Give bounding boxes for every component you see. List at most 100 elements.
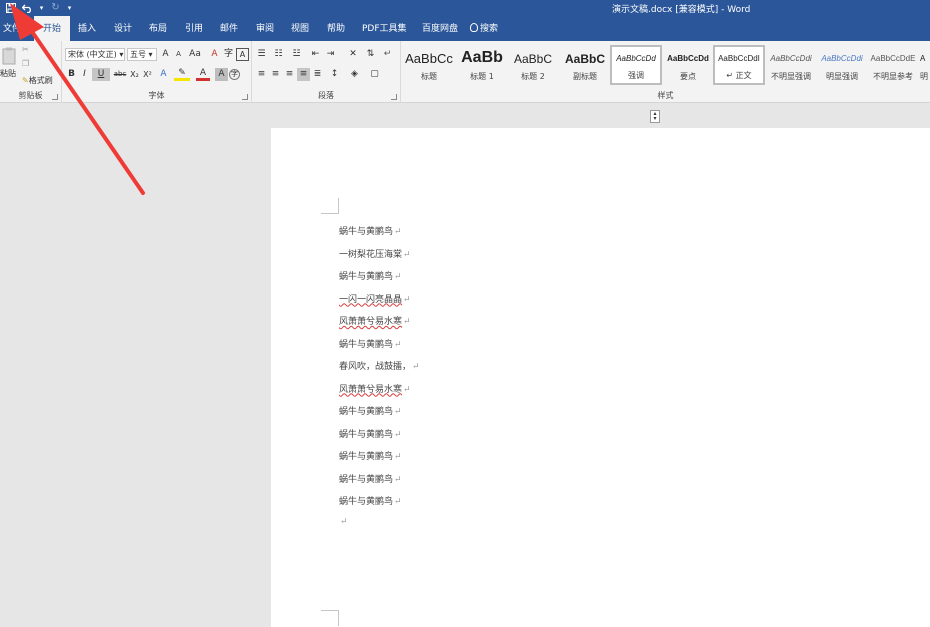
tab-baidu-netdisk[interactable]: 百度网盘 [422, 16, 458, 41]
paragraph[interactable]: 蜗牛与黄鹂鸟↵ [339, 472, 420, 495]
paragraph[interactable]: 蜗牛与黄鹂鸟↵ [339, 449, 420, 472]
tab-help[interactable]: 帮助 [327, 16, 345, 41]
split-handle-icon[interactable]: ▴ ▾ [650, 110, 660, 123]
paragraph[interactable]: 风萧萧兮易水寒↵ [339, 314, 420, 337]
copy-icon[interactable]: ❐ [22, 59, 29, 68]
cut-icon[interactable]: ✂ [22, 45, 29, 54]
undo-dropdown-icon[interactable]: ▾ [38, 1, 45, 14]
style-strong[interactable]: AaBbCcDd 要点 [662, 45, 714, 85]
styles-group-label: 样式 [657, 91, 674, 100]
paste-button[interactable]: 粘贴 [0, 68, 16, 79]
style-title[interactable]: AaBbCc 标题 [403, 45, 455, 85]
clear-format-icon[interactable]: A [208, 48, 221, 61]
char-border-icon[interactable]: A [236, 48, 249, 61]
tab-view[interactable]: 视图 [291, 16, 309, 41]
font-size-combo[interactable]: 五号 ▾ [127, 48, 157, 61]
clipboard-group: 粘贴 ✂ ❐ ✎格式刷 剪贴板 [0, 41, 62, 103]
document-body: 蜗牛与黄鹂鸟↵ 一树梨花压海棠↵ 蜗牛与黄鹂鸟↵ 一闪一闪亮晶晶↵ 风萧萧兮易水… [339, 224, 420, 539]
ribbon: 粘贴 ✂ ❐ ✎格式刷 剪贴板 宋体 (中文正) ▾ 五号 ▾ A A Aa A… [0, 41, 930, 103]
tab-search[interactable]: 搜索 [470, 16, 498, 41]
tab-pdf-tools[interactable]: PDF工具集 [362, 16, 407, 41]
paragraph[interactable]: 蜗牛与黄鹂鸟↵ [339, 269, 420, 292]
grow-font-button[interactable]: A [159, 48, 172, 61]
shrink-font-button[interactable]: A [172, 48, 185, 61]
tab-references[interactable]: 引用 [185, 16, 203, 41]
font-launcher-icon[interactable] [242, 94, 248, 100]
document-page[interactable]: 蜗牛与黄鹂鸟↵ 一树梨花压海棠↵ 蜗牛与黄鹂鸟↵ 一闪一闪亮晶晶↵ 风萧萧兮易水… [271, 128, 930, 627]
superscript-button[interactable]: X² [141, 68, 154, 81]
font-color-button[interactable]: A [196, 68, 210, 81]
paste-icon[interactable] [2, 47, 16, 65]
tab-layout[interactable]: 布局 [149, 16, 167, 41]
style-subtitle[interactable]: AaBbC 副标题 [559, 45, 611, 85]
paragraph[interactable]: 风萧萧兮易水寒↵ [339, 382, 420, 405]
paragraph[interactable]: 蜗牛与黄鹂鸟↵ [339, 224, 420, 247]
align-center-icon[interactable]: ≡ [269, 68, 282, 81]
text-effects-icon[interactable]: A [157, 68, 170, 81]
qat-customize-icon[interactable]: ▾ [66, 1, 73, 14]
bullets-icon[interactable]: ☰ [255, 48, 268, 61]
title-bar: ▾ ↻ ▾ 演示文稿.docx [兼容模式] - Word [0, 0, 930, 16]
paragraph[interactable]: 蜗牛与黄鹂鸟↵ [339, 427, 420, 450]
paragraph[interactable]: ↵ [339, 517, 420, 540]
align-left-icon[interactable]: ≡ [255, 68, 268, 81]
save-icon[interactable] [4, 1, 17, 14]
style-heading-2[interactable]: AaBbC 标题 2 [507, 45, 559, 85]
paragraph[interactable]: 一树梨花压海棠↵ [339, 247, 420, 270]
paragraph-launcher-icon[interactable] [391, 94, 397, 100]
highlight-color-icon[interactable]: ✎ [174, 68, 190, 81]
paragraph[interactable]: 蜗牛与黄鹂鸟↵ [339, 337, 420, 360]
strikethrough-button[interactable]: abc [112, 68, 128, 81]
redo-icon[interactable]: ↻ [49, 1, 62, 14]
decrease-indent-icon[interactable]: ⇤ [309, 48, 322, 61]
italic-button[interactable]: I [78, 68, 91, 81]
char-shading-button[interactable]: A [215, 68, 228, 81]
quick-access-toolbar: ▾ ↻ ▾ [4, 1, 73, 14]
paragraph[interactable]: 蜗牛与黄鹂鸟↵ [339, 404, 420, 427]
chinese-layout-icon[interactable]: ✕ [344, 48, 362, 61]
tab-review[interactable]: 审阅 [256, 16, 274, 41]
paragraph[interactable]: 春风吹，战鼓擂，↵ [339, 359, 420, 382]
font-name-combo[interactable]: 宋体 (中文正) ▾ [65, 48, 125, 61]
style-subtle-reference[interactable]: AaBbCcDdE 不明显参考 [867, 45, 919, 85]
style-intense-emphasis[interactable]: AaBbCcDdi 明显强调 [816, 45, 868, 85]
paragraph-group: ☰ ☷ ☳ ⇤ ⇥ ✕ ⇅ ↵ ≡ ≡ ≡ ≡ ≣ ↕ ◈ ▢ 段落 [252, 41, 401, 103]
multilevel-list-icon[interactable]: ☳ [290, 48, 303, 61]
search-label: 搜索 [480, 24, 499, 34]
show-marks-icon[interactable]: ↵ [381, 48, 394, 61]
borders-icon[interactable]: ▢ [368, 68, 381, 81]
style-heading-1[interactable]: AaBb 标题 1 [456, 45, 508, 85]
margin-marker-top [321, 198, 339, 214]
style-subtle-emphasis[interactable]: AaBbCcDdi 不明显强调 [765, 45, 817, 85]
line-spacing-icon[interactable]: ↕ [328, 68, 341, 81]
tab-home[interactable]: 开始 [34, 16, 71, 41]
font-group-label: 字体 [148, 91, 165, 100]
bold-button[interactable]: B [65, 68, 78, 81]
clipboard-launcher-icon[interactable] [52, 94, 58, 100]
align-right-icon[interactable]: ≡ [283, 68, 296, 81]
shading-icon[interactable]: ◈ [348, 68, 361, 81]
distributed-icon[interactable]: ≣ [311, 68, 324, 81]
undo-icon[interactable] [21, 1, 34, 14]
paragraph[interactable]: 一闪一闪亮晶晶↵ [339, 292, 420, 315]
style-intense-reference[interactable]: A 明 [919, 45, 930, 85]
change-case-button[interactable]: Aa [186, 48, 204, 61]
tab-insert[interactable]: 插入 [78, 16, 96, 41]
sort-icon[interactable]: ⇅ [364, 48, 377, 61]
style-emphasis[interactable]: AaBbCcDd 强调 [610, 45, 662, 85]
tab-file[interactable]: 文件 [3, 16, 21, 41]
numbering-icon[interactable]: ☷ [272, 48, 285, 61]
tab-mailings[interactable]: 邮件 [220, 16, 238, 41]
format-painter-icon: ✎ [22, 76, 29, 85]
paragraph-group-label: 段落 [318, 91, 334, 100]
phonetic-guide-icon[interactable]: 字 [222, 48, 235, 61]
increase-indent-icon[interactable]: ⇥ [324, 48, 337, 61]
style-normal[interactable]: AaBbCcDdI ↵ 正文 [713, 45, 765, 85]
justify-icon[interactable]: ≡ [297, 68, 310, 81]
underline-button[interactable]: U [92, 68, 110, 81]
tab-design[interactable]: 设计 [114, 16, 132, 41]
subscript-button[interactable]: X₂ [128, 68, 141, 81]
format-painter-button[interactable]: ✎格式刷 [22, 75, 53, 86]
enclose-char-icon[interactable]: 字 [229, 69, 240, 80]
paragraph[interactable]: 蜗牛与黄鹂鸟↵ [339, 494, 420, 517]
